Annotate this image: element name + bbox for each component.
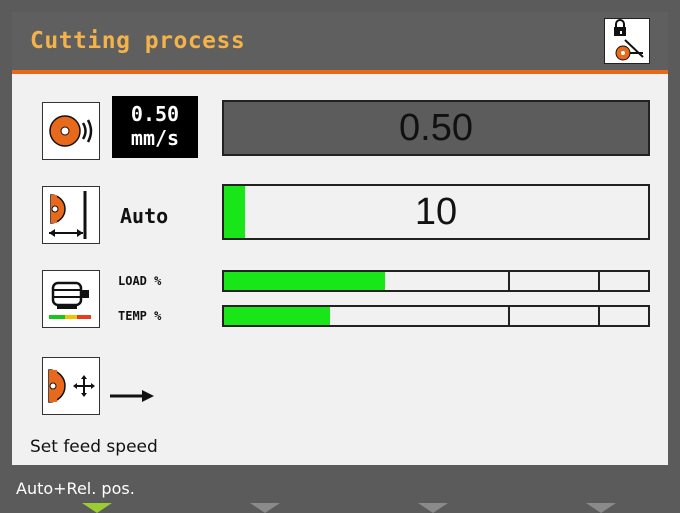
speed-display[interactable]: 0.50 [222, 100, 650, 156]
temp-bar-tick [598, 307, 600, 325]
feed-distance-icon [49, 191, 87, 239]
feed-display-value: 10 [414, 191, 458, 233]
softkey-3[interactable] [418, 503, 448, 513]
arrow-right-icon [110, 390, 154, 402]
temp-bar-tick [508, 307, 510, 325]
temp-bar-fill [224, 307, 330, 325]
speed-icon-box [42, 102, 100, 160]
load-bar-fill [224, 272, 386, 290]
page-title: Cutting process [30, 28, 246, 54]
feed-mode-label: Auto [120, 204, 169, 228]
position-icon-box [42, 357, 100, 415]
speed-badge-value: 0.50 [130, 102, 180, 126]
status-text: Set feed speed [30, 437, 158, 457]
feed-progress-fill [224, 186, 246, 238]
load-label: LOAD % [118, 274, 162, 288]
speed-badge-unit: mm/s [130, 126, 180, 150]
motor-icon [49, 281, 91, 319]
speed-setpoint-badge: 0.50 mm/s [112, 96, 198, 158]
softkey-4[interactable] [586, 503, 616, 513]
saw-blade-speed-icon [49, 115, 93, 147]
motor-icon-box [42, 270, 100, 328]
title-bar: Cutting process [12, 12, 668, 74]
softkey-2[interactable] [250, 503, 280, 513]
load-bar-tick [508, 272, 510, 290]
lock-icon [614, 19, 644, 61]
feed-icon-box [42, 186, 100, 244]
temp-label: TEMP % [118, 309, 162, 323]
load-bar [222, 270, 650, 292]
softkey-1[interactable] [82, 503, 112, 513]
lock-button[interactable] [604, 18, 650, 64]
hmi-screen: Cutting process 0.50 mm/s 0.50 Auto 10 L… [12, 12, 668, 513]
softkey-label: Auto+Rel. pos. [16, 479, 135, 498]
temp-bar [222, 305, 650, 327]
load-bar-tick [598, 272, 600, 290]
softkey-bar: Auto+Rel. pos. [12, 465, 668, 513]
speed-display-value: 0.50 [399, 107, 473, 149]
position-move-icon [48, 369, 95, 403]
feed-display[interactable]: 10 [222, 184, 650, 240]
